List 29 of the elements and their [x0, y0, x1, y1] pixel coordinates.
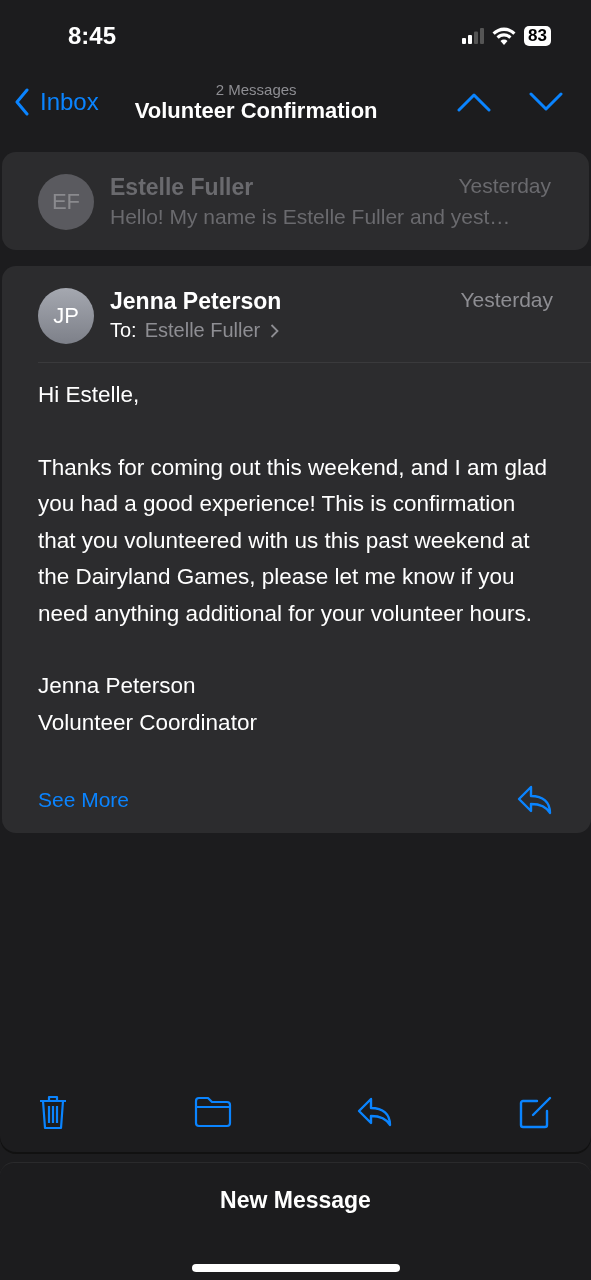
sheet-title: New Message: [220, 1187, 371, 1214]
body-paragraph: Hi Estelle,: [38, 381, 141, 409]
message-date: Yesterday: [460, 288, 553, 313]
message-preview: Hello! My name is Estelle Fuller and yest…: [110, 205, 512, 229]
status-time: 8:45: [68, 22, 117, 50]
compose-icon[interactable]: [518, 1095, 553, 1129]
chevron-left-icon: [14, 88, 30, 116]
message-count: 2 Messages: [215, 80, 297, 98]
chevron-down-icon[interactable]: [529, 92, 563, 112]
signal-icon: [462, 28, 485, 44]
chevron-up-icon[interactable]: [457, 92, 491, 112]
wifi-icon: [492, 27, 517, 45]
message-date: Yesterday: [458, 174, 551, 199]
reply-icon[interactable]: [357, 1097, 394, 1127]
battery-indicator: 83: [524, 26, 551, 46]
chevron-right-icon: [270, 322, 280, 339]
back-button[interactable]: Inbox: [14, 88, 99, 116]
reply-icon[interactable]: [517, 785, 553, 815]
thread-title: Volunteer Confirmation: [134, 97, 378, 124]
see-more-link[interactable]: See More: [38, 788, 130, 812]
trash-icon[interactable]: [38, 1094, 68, 1130]
sender-name: Jenna Peterson: [110, 288, 282, 315]
sender-name: Estelle Fuller: [110, 174, 254, 201]
body-paragraph: Thanks for coming out this weekend, and I am glad you had a good experience! This is confirmation that you volunteered with us this past weekend at the Dairyland Games, please let me know if you need anything additional for your volunteer hours.: [38, 453, 549, 628]
avatar: JP: [38, 288, 94, 344]
to-label: To:: [110, 319, 137, 342]
body-paragraph: Jenna Peterson Volunteer Coordinator: [38, 672, 258, 737]
recipient-link[interactable]: Estelle Fuller: [144, 319, 280, 342]
folder-icon[interactable]: [193, 1096, 232, 1128]
